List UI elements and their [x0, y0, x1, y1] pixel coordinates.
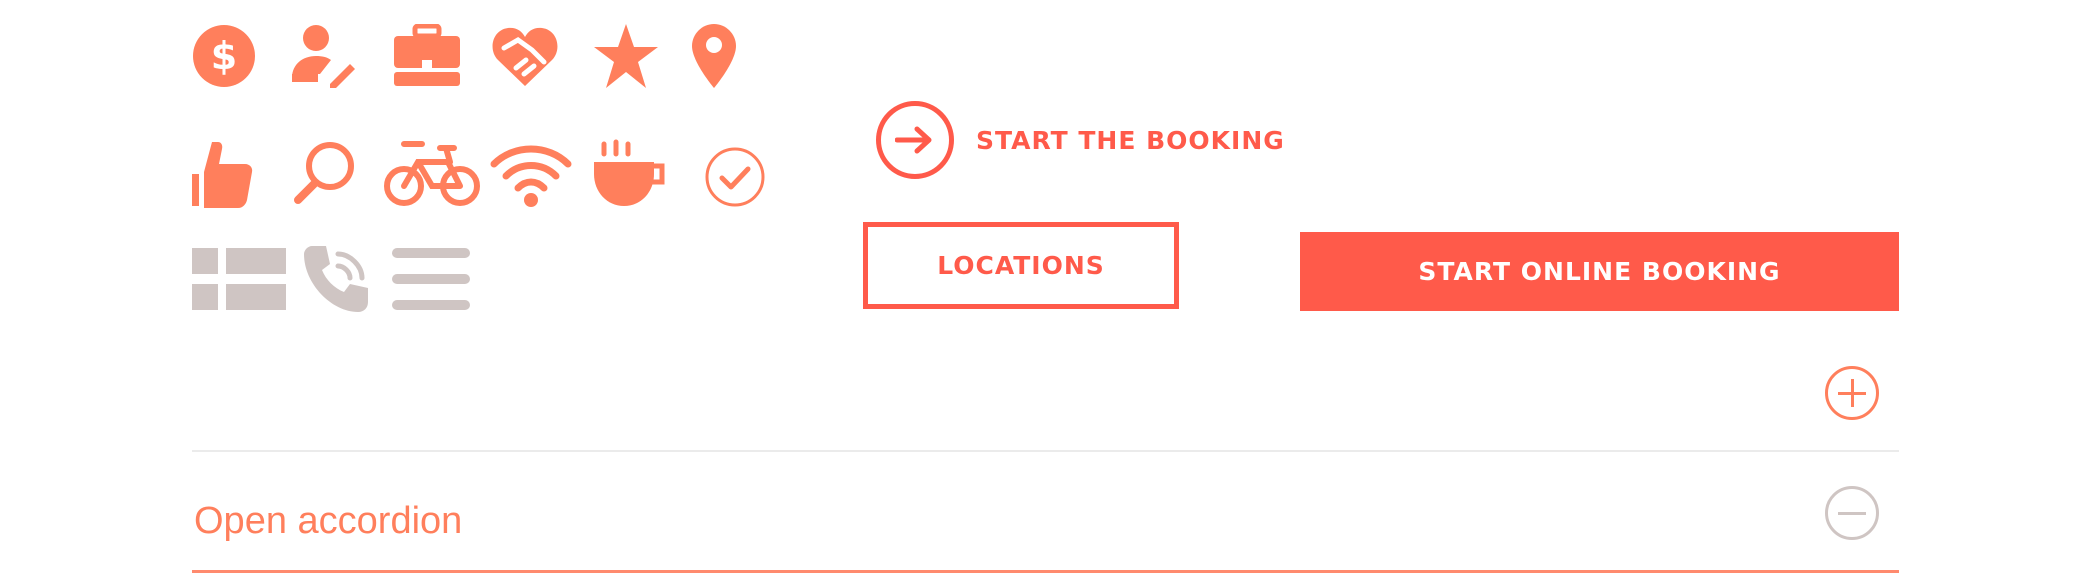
- coffee-cup-icon: [592, 138, 670, 208]
- thumbs-up-icon: [190, 140, 256, 208]
- accordion-item-expanded[interactable]: Open accordion: [192, 450, 1899, 573]
- bicycle-icon: [384, 138, 480, 208]
- svg-text:$: $: [211, 34, 237, 78]
- search-icon: [292, 140, 356, 206]
- locations-button[interactable]: LOCATIONS: [863, 222, 1179, 309]
- grid-view-icon: [190, 246, 288, 312]
- accordion-title: Open accordion: [194, 500, 463, 542]
- start-booking-label: START THE BOOKING: [976, 125, 1285, 155]
- start-online-booking-button[interactable]: START ONLINE BOOKING: [1300, 232, 1899, 311]
- dollar-circle-icon: $: [192, 24, 256, 88]
- arrow-right-icon: [876, 101, 954, 179]
- accordion-item-collapsed[interactable]: [192, 360, 1899, 452]
- handshake-heart-icon: [490, 20, 560, 90]
- briefcase-icon: [392, 24, 462, 88]
- star-icon: [592, 22, 660, 90]
- minus-circle-icon[interactable]: [1825, 486, 1879, 540]
- check-circle-icon: [704, 146, 766, 208]
- wifi-icon: [490, 140, 572, 208]
- user-edit-icon: [290, 24, 356, 88]
- list-view-icon: [390, 246, 472, 312]
- map-pin-icon: [690, 22, 738, 90]
- plus-circle-icon[interactable]: [1825, 366, 1879, 420]
- phone-call-icon: [302, 244, 372, 314]
- start-booking-link[interactable]: START THE BOOKING: [876, 96, 1285, 184]
